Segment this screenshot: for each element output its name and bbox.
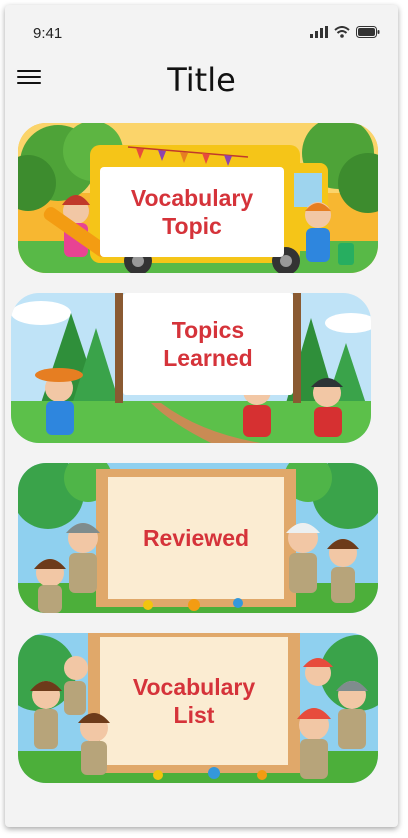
- card-vocabulary-topic[interactable]: Vocabulary Topic: [18, 123, 378, 273]
- card-board: Topics Learned: [123, 293, 293, 395]
- card-board: Reviewed: [108, 477, 284, 599]
- card-label: Vocabulary Topic: [130, 185, 254, 239]
- card-vocabulary-list[interactable]: Vocabulary List: [18, 633, 378, 783]
- card-label: Reviewed: [142, 525, 250, 551]
- status-bar: 9:41: [5, 5, 398, 55]
- card-reviewed[interactable]: Reviewed: [18, 463, 378, 613]
- app-header: Title: [5, 55, 398, 115]
- status-icons: [310, 26, 380, 38]
- card-board: Vocabulary Topic: [100, 167, 284, 257]
- battery-icon: [356, 26, 380, 38]
- phone-screen: 9:41 Title Vocabulary Topic Topics Learn…: [5, 5, 398, 827]
- signal-icon: [310, 26, 328, 38]
- status-time: 9:41: [33, 25, 63, 42]
- wifi-icon: [334, 26, 350, 38]
- page-title: Title: [167, 61, 236, 99]
- card-board: Vocabulary List: [100, 637, 288, 765]
- card-label: Topics Learned: [163, 317, 253, 371]
- card-label: Vocabulary List: [132, 674, 256, 728]
- card-topics-learned[interactable]: Topics Learned: [11, 293, 371, 443]
